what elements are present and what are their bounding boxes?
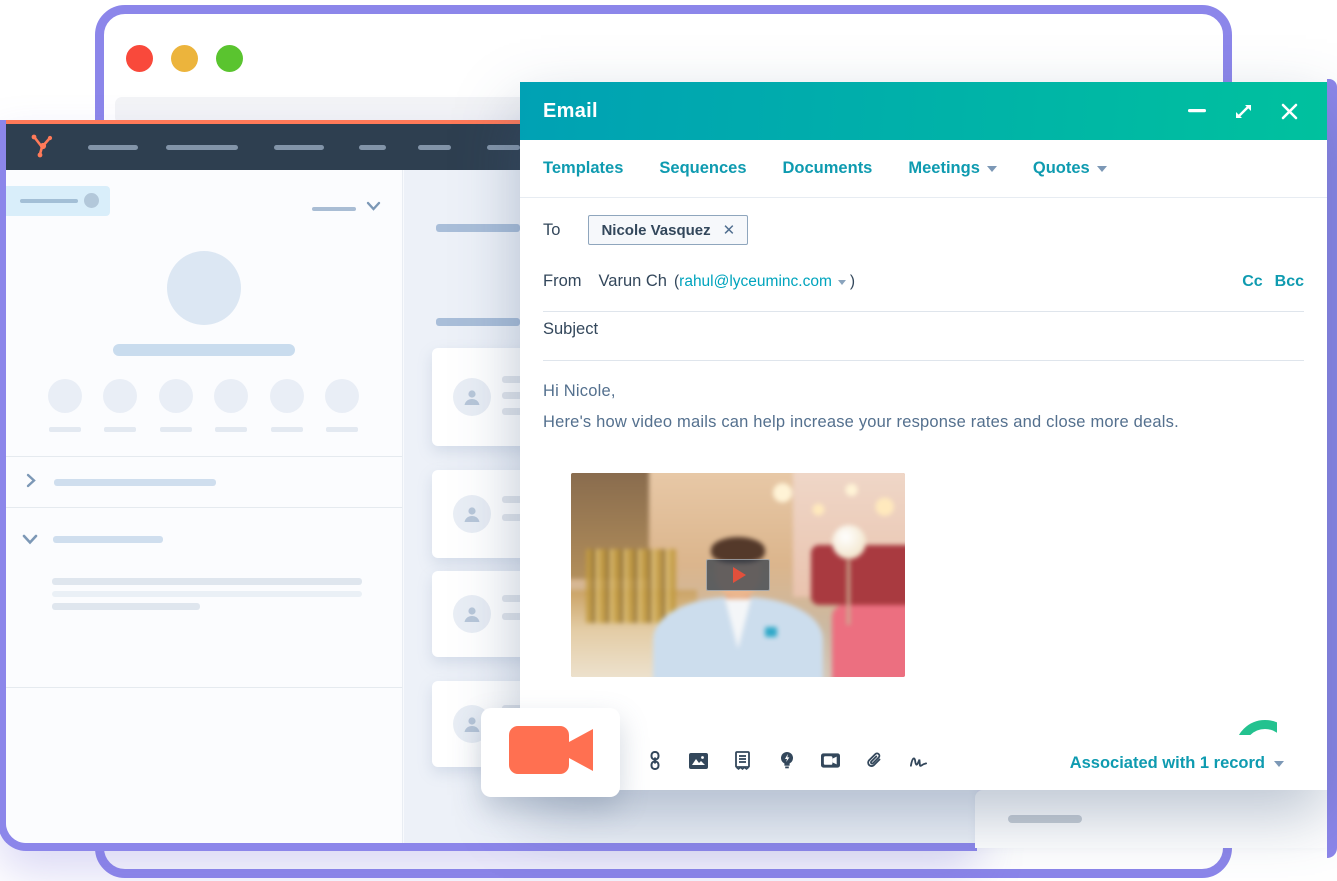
video-camera-icon xyxy=(507,724,595,781)
timeline-date-placeholder xyxy=(436,224,520,232)
modal-title: Email xyxy=(543,100,598,123)
recipient-name: Nicole Vasquez xyxy=(601,222,710,239)
contact-action-placeholder xyxy=(103,379,137,413)
email-body-line[interactable]: Here's how video mails can help increase… xyxy=(543,413,1179,432)
hubspot-sprocket-icon xyxy=(28,131,56,164)
chevron-down-icon xyxy=(22,532,38,550)
sender-email-link[interactable]: rahul@lyceuminc.com xyxy=(679,273,832,291)
page: Email Te xyxy=(0,0,1337,881)
template-icon[interactable] xyxy=(733,751,752,770)
contact-action-placeholder xyxy=(270,379,304,413)
sender-name: Varun Ch xyxy=(599,272,667,291)
video-icon[interactable] xyxy=(821,751,840,770)
email-body-line[interactable]: Hi Nicole, xyxy=(543,382,616,401)
subject-field[interactable]: Subject xyxy=(543,320,598,339)
recipient-chip[interactable]: Nicole Vasquez ✕ xyxy=(588,215,748,245)
from-row: From Varun Ch (rahul@lyceuminc.com) Cc B… xyxy=(543,272,1304,291)
section-title-placeholder xyxy=(53,536,163,543)
video-thumbnail[interactable] xyxy=(571,473,905,677)
tab-templates[interactable]: Templates xyxy=(543,159,623,178)
modal-purple-border xyxy=(1327,79,1337,858)
section-title-placeholder xyxy=(54,479,216,486)
remove-recipient-icon[interactable]: ✕ xyxy=(723,221,736,239)
nav-item-placeholder xyxy=(418,145,451,150)
nav-item-placeholder xyxy=(166,145,238,150)
modal-header: Email xyxy=(520,82,1327,140)
traffic-lights xyxy=(126,45,243,72)
contact-action-placeholder xyxy=(325,379,359,413)
chevron-down-icon xyxy=(1274,761,1284,767)
contact-panel xyxy=(6,170,403,843)
chevron-down-icon xyxy=(987,166,997,172)
timeline-date-placeholder xyxy=(436,318,520,326)
editor-toolbar xyxy=(645,751,928,770)
contact-avatar xyxy=(167,251,241,325)
modal-tabs: Templates Sequences Documents Meetings Q… xyxy=(520,140,1327,198)
chevron-down-icon xyxy=(838,280,846,285)
minimize-traffic-light-icon xyxy=(171,45,198,72)
bcc-link[interactable]: Bcc xyxy=(1275,273,1304,291)
to-row: To Nicole Vasquez ✕ xyxy=(543,215,748,245)
actions-placeholder xyxy=(312,207,356,211)
close-traffic-light-icon xyxy=(126,45,153,72)
minimize-icon[interactable] xyxy=(1187,101,1207,121)
chevron-right-icon xyxy=(26,473,36,493)
person-icon xyxy=(453,595,491,633)
expand-icon[interactable] xyxy=(1233,101,1253,121)
nav-item-placeholder xyxy=(359,145,386,150)
tab-meetings[interactable]: Meetings xyxy=(908,159,997,178)
tab-documents[interactable]: Documents xyxy=(783,159,873,178)
video-play-button[interactable] xyxy=(706,559,770,591)
person-icon xyxy=(453,495,491,533)
play-icon xyxy=(733,567,746,583)
tab-quotes[interactable]: Quotes xyxy=(1033,159,1107,178)
link-icon[interactable] xyxy=(645,751,664,770)
signature-icon[interactable] xyxy=(909,751,928,770)
email-compose-modal: Email Te xyxy=(520,82,1327,790)
back-link-placeholder xyxy=(6,186,110,216)
create-video-button[interactable] xyxy=(481,708,620,797)
contact-name-placeholder xyxy=(113,344,295,356)
nav-item-placeholder xyxy=(274,145,324,150)
chevron-down-icon xyxy=(1097,166,1107,172)
contact-action-placeholder xyxy=(214,379,248,413)
modal-footer: Associated with 1 record xyxy=(520,742,1327,790)
attachment-icon[interactable] xyxy=(865,751,884,770)
sprocket-arc-decoration xyxy=(1235,720,1277,735)
person-icon xyxy=(453,378,491,416)
associated-label: Associated with 1 record xyxy=(1070,754,1265,773)
image-icon[interactable] xyxy=(689,751,708,770)
contact-action-placeholder xyxy=(159,379,193,413)
zoom-traffic-light-icon xyxy=(216,45,243,72)
from-label: From xyxy=(543,272,582,291)
cc-link[interactable]: Cc xyxy=(1242,273,1262,291)
associated-records-dropdown[interactable]: Associated with 1 record xyxy=(1070,754,1284,773)
tab-sequences[interactable]: Sequences xyxy=(659,159,746,178)
nav-item-placeholder xyxy=(487,145,520,150)
to-label: To xyxy=(543,221,560,240)
lightbulb-icon[interactable] xyxy=(777,751,796,770)
nav-item-placeholder xyxy=(88,145,138,150)
reply-box-placeholder xyxy=(975,790,1327,848)
chevron-down-icon xyxy=(366,198,381,216)
contact-action-placeholder xyxy=(48,379,82,413)
close-icon[interactable] xyxy=(1279,101,1299,121)
